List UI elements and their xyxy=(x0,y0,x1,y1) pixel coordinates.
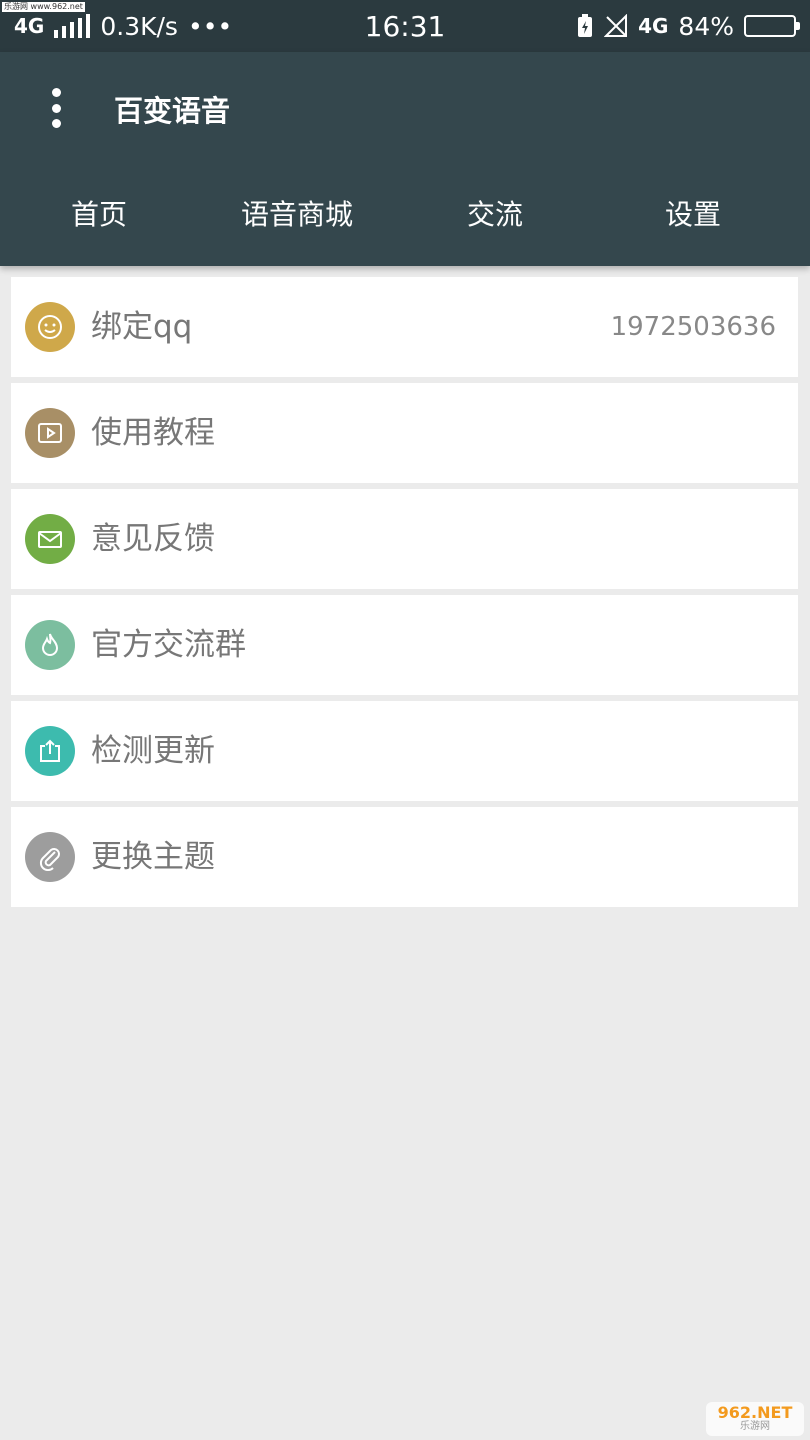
list-item-feedback[interactable]: 意见反馈 xyxy=(11,489,798,589)
tab-bar: 首页 语音商城 交流 设置 xyxy=(0,180,810,250)
list-item-change-theme[interactable]: 更换主题 xyxy=(11,807,798,907)
list-item-label: 绑定qq xyxy=(91,309,193,345)
list-item-label: 使用教程 xyxy=(91,415,215,451)
list-item-check-update[interactable]: 检测更新 xyxy=(11,701,798,801)
qq-number: 1972503636 xyxy=(610,312,776,342)
battery-icon xyxy=(744,15,800,37)
watermark-logo-text: 962.NET xyxy=(717,1403,793,1422)
flame-icon xyxy=(25,620,75,670)
list-item-label: 意见反馈 xyxy=(91,521,215,557)
status-bar: 乐游网 www.962.net 4G 0.3K/s ••• 16:31 4G 8… xyxy=(0,0,810,52)
list-item-official-group[interactable]: 官方交流群 xyxy=(11,595,798,695)
app-title: 百变语音 xyxy=(114,94,231,128)
tab-community[interactable]: 交流 xyxy=(396,180,594,250)
tab-settings[interactable]: 设置 xyxy=(594,180,792,250)
settings-list: 绑定qq 1972503636 使用教程 意见反馈 官方交流群 检测更新 更换主… xyxy=(11,277,798,913)
muted-signal-icon xyxy=(604,14,628,37)
list-item-label: 更换主题 xyxy=(91,839,215,875)
upload-icon xyxy=(25,726,75,776)
list-item-bind-qq[interactable]: 绑定qq 1972503636 xyxy=(11,277,798,377)
network-type-2: 4G xyxy=(638,14,669,38)
list-item-label: 检测更新 xyxy=(91,733,215,769)
tab-voice-store[interactable]: 语音商城 xyxy=(198,180,396,250)
paperclip-icon xyxy=(25,832,75,882)
more-menu-icon[interactable] xyxy=(38,84,74,132)
list-item-tutorial[interactable]: 使用教程 xyxy=(11,383,798,483)
mail-icon xyxy=(25,514,75,564)
watermark-logo-subtext: 乐游网 xyxy=(740,1421,770,1432)
watermark-logo: 962.NET 乐游网 xyxy=(706,1402,804,1436)
battery-percent: 84% xyxy=(678,11,734,41)
list-item-label: 官方交流群 xyxy=(91,627,246,663)
app-bar: 百变语音 首页 语音商城 交流 设置 xyxy=(0,52,810,266)
tab-home[interactable]: 首页 xyxy=(0,180,198,250)
smiley-icon xyxy=(25,302,75,352)
battery-saver-icon xyxy=(578,14,593,37)
video-icon xyxy=(25,408,75,458)
